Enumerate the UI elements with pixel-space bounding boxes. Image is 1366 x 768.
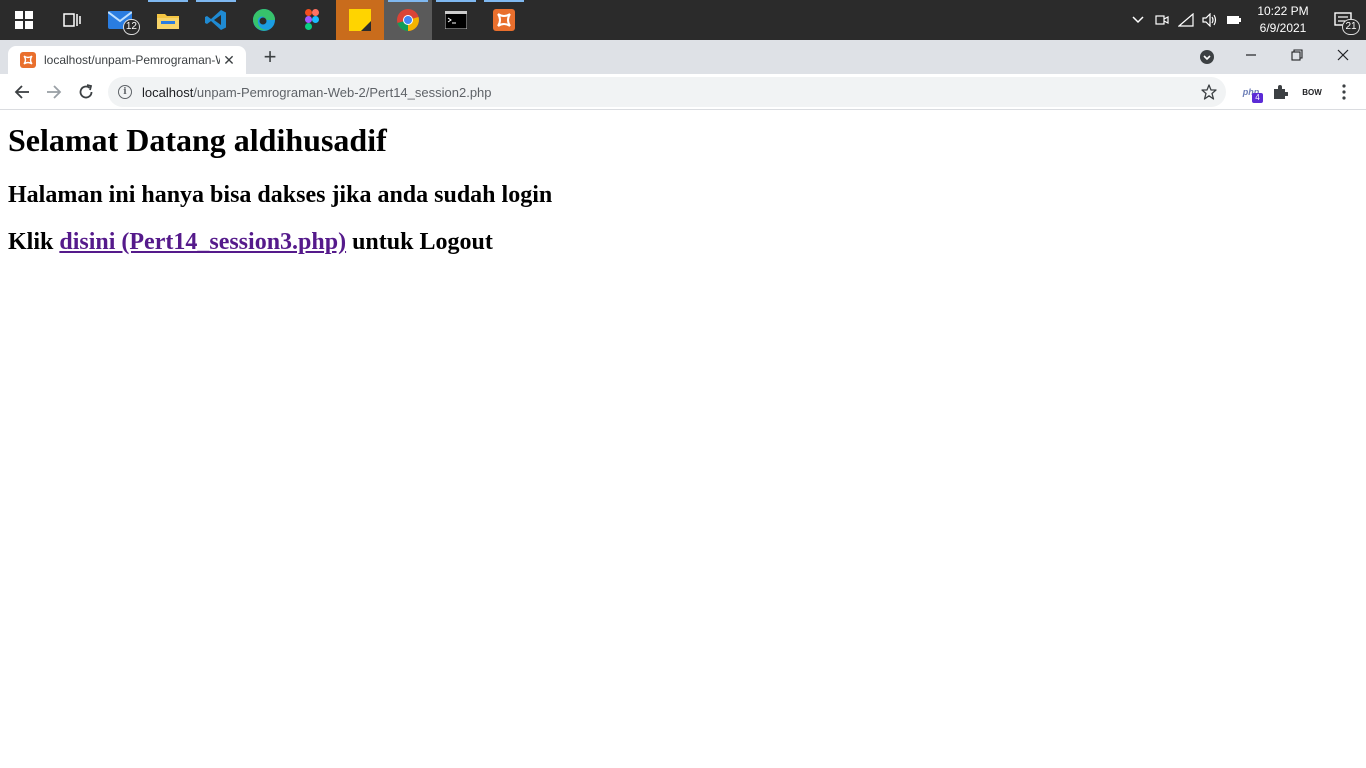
taskbar-edge[interactable] (240, 0, 288, 40)
taskbar-figma[interactable] (288, 0, 336, 40)
login-notice: Halaman ini hanya bisa dakses jika anda … (8, 182, 553, 208)
php-extension-badge: 4 (1252, 93, 1263, 103)
tab-close-icon[interactable]: ✕ (220, 51, 238, 69)
running-indicator (484, 0, 524, 2)
reload-icon[interactable] (73, 79, 99, 105)
taskbar-xampp[interactable] (480, 0, 528, 40)
xampp-icon (493, 9, 515, 31)
figma-icon (305, 9, 319, 30)
chrome-icon (397, 9, 419, 31)
windows-logo-icon (15, 11, 33, 29)
clock-date: 6/9/2021 (1259, 21, 1307, 35)
new-tab-plus-icon[interactable]: + (258, 45, 282, 69)
system-tray: 10:22 PM 6/9/2021 21 (1126, 0, 1366, 40)
windows-taskbar: 12 10:22 PM 6/9/2021 21 (0, 0, 1366, 40)
battery-icon[interactable] (1222, 0, 1246, 40)
sticky-notes-icon (349, 9, 371, 31)
back-arrow-icon[interactable] (9, 79, 35, 105)
taskbar-vscode[interactable] (192, 0, 240, 40)
url-host: localhost (142, 84, 194, 100)
taskbar-chrome[interactable] (384, 0, 432, 40)
clock-time: 10:22 PM (1257, 4, 1309, 18)
folder-icon (157, 14, 179, 29)
web-page-content: Selamat Datang aldihusadif Halaman ini h… (0, 111, 1366, 768)
taskbar-clock[interactable]: 10:22 PM 6/9/2021 (1246, 3, 1320, 37)
edge-icon (253, 9, 275, 31)
taskbar-file-explorer[interactable] (144, 0, 192, 40)
tab-search-icon[interactable] (1197, 47, 1217, 67)
restore-icon[interactable] (1274, 40, 1320, 70)
running-indicator (388, 0, 428, 2)
bookmark-star-icon[interactable] (1200, 83, 1218, 101)
url-text[interactable]: localhost/unpam-Pemrograman-Web-2/Pert14… (142, 85, 492, 100)
terminal-icon (445, 11, 467, 29)
task-view-button[interactable] (48, 0, 96, 40)
tab-title: localhost/unpam-Pemrograman-Web-2/Pert14… (44, 53, 220, 67)
vscode-icon (205, 10, 226, 30)
action-center-button[interactable]: 21 (1320, 0, 1366, 40)
welcome-heading: Selamat Datang aldihusadif (8, 122, 387, 158)
show-hidden-icons-chevron-icon[interactable] (1126, 0, 1150, 40)
taskbar-terminal[interactable] (432, 0, 480, 40)
minimize-icon[interactable] (1228, 40, 1274, 70)
start-button[interactable] (0, 0, 48, 40)
xampp-favicon-icon (20, 52, 36, 68)
browser-tab-strip: localhost/unpam-Pemrograman-Web-2/Pert14… (0, 40, 1366, 74)
meet-now-icon[interactable] (1150, 0, 1174, 40)
bow-extension-icon[interactable]: BOW (1298, 79, 1326, 105)
php-extension-icon[interactable]: php 4 (1238, 79, 1264, 105)
task-view-icon (63, 13, 81, 27)
chrome-menu-kebab-icon[interactable] (1334, 79, 1354, 105)
site-info-icon[interactable]: i (118, 85, 132, 99)
wifi-icon[interactable] (1174, 0, 1198, 40)
logout-line: Klik disini (Pert14_session3.php) untuk … (8, 228, 1358, 256)
close-window-icon[interactable] (1320, 40, 1366, 70)
url-path: /unpam-Pemrograman-Web-2/Pert14_session2… (193, 84, 492, 100)
volume-icon[interactable] (1198, 0, 1222, 40)
address-bar[interactable]: i localhost/unpam-Pemrograman-Web-2/Pert… (108, 77, 1226, 107)
extensions-puzzle-icon[interactable] (1268, 79, 1292, 105)
mail-badge: 12 (122, 19, 140, 35)
logout-suffix: untuk Logout (346, 229, 493, 255)
running-indicator (196, 0, 236, 2)
forward-arrow-icon[interactable] (41, 79, 67, 105)
taskbar-mail[interactable]: 12 (96, 0, 144, 40)
browser-toolbar: i localhost/unpam-Pemrograman-Web-2/Pert… (0, 74, 1366, 110)
logout-link[interactable]: disini (Pert14_session3.php) (59, 229, 346, 255)
running-indicator (436, 0, 476, 2)
browser-tab-active[interactable]: localhost/unpam-Pemrograman-Web-2/Pert14… (8, 46, 246, 74)
taskbar-sticky-notes[interactable] (336, 0, 384, 40)
logout-prefix: Klik (8, 229, 60, 255)
running-indicator (148, 0, 188, 2)
bow-extension-label: BOW (1302, 87, 1322, 97)
notification-badge: 21 (1342, 19, 1360, 35)
